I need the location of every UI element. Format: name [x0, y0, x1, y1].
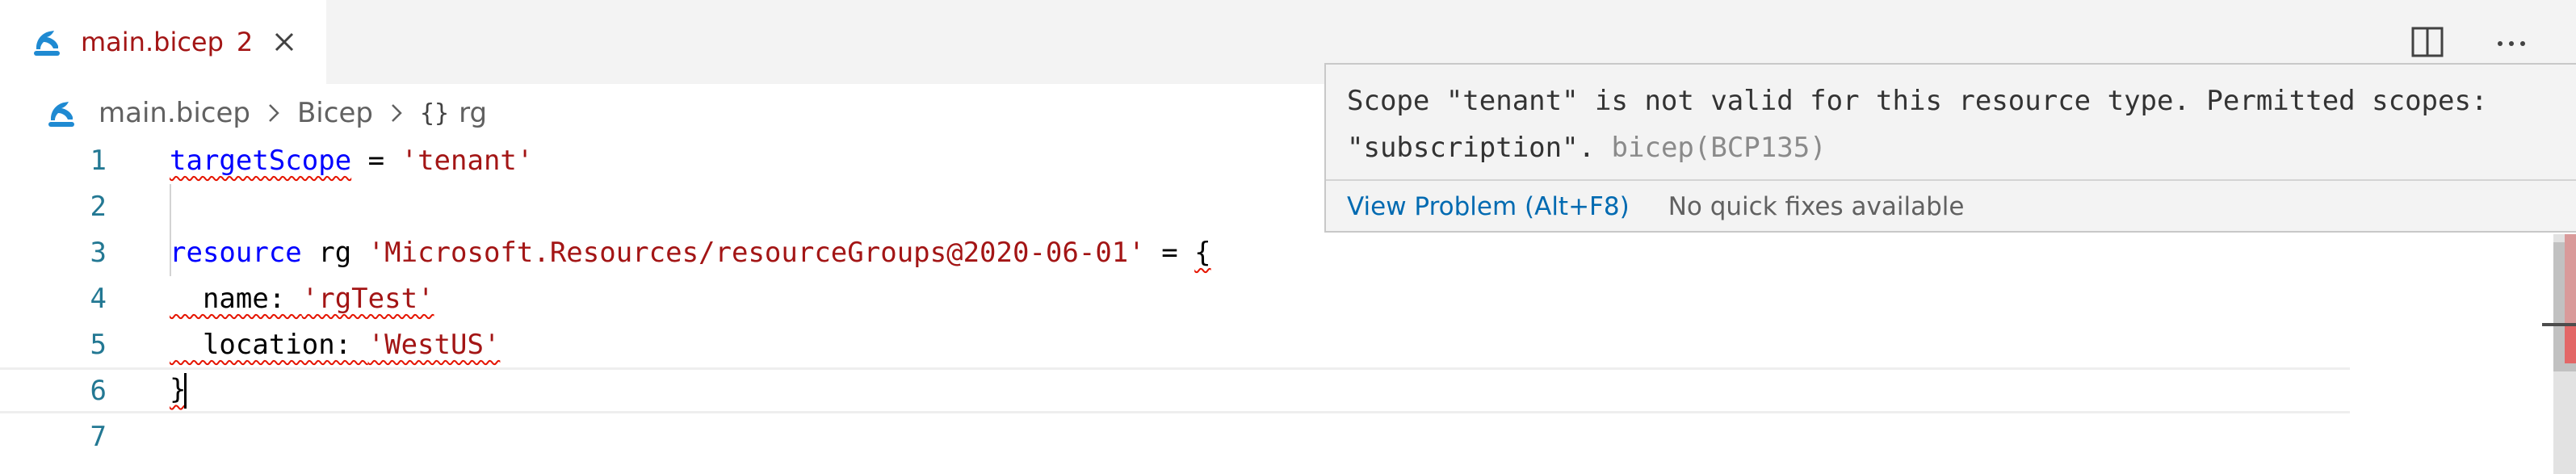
code-text: name: 'rgTest': [170, 282, 434, 315]
more-actions-icon[interactable]: [2490, 21, 2532, 63]
code-text: resource rg 'Microsoft.Resources/resourc…: [170, 236, 1211, 269]
tab-main-bicep[interactable]: main.bicep 2: [0, 0, 326, 84]
line-number: 6: [90, 374, 107, 407]
problem-count-badge: 2: [236, 27, 254, 57]
code-text: targetScope = 'tenant': [170, 144, 534, 177]
code-text: }: [170, 372, 187, 409]
code-line: 3 resource rg 'Microsoft.Resources/resou…: [0, 229, 2350, 275]
breadcrumb-symbol[interactable]: rg: [459, 97, 487, 129]
line-number: 1: [90, 144, 107, 177]
breadcrumb: main.bicep Bicep {} rg: [44, 87, 487, 139]
error-overview-marker: [2565, 323, 2576, 363]
text-cursor: [184, 372, 187, 409]
line-number: 7: [90, 420, 107, 453]
problem-hover-widget: Scope "tenant" is not valid for this res…: [1324, 63, 2576, 233]
hover-actions: View Problem (Alt+F8) No quick fixes ava…: [1347, 181, 1964, 233]
editor-actions: [2406, 21, 2532, 63]
indent-guide: [170, 184, 171, 276]
line-number: 4: [90, 282, 107, 315]
hover-message: Scope "tenant" is not valid for this res…: [1347, 85, 2488, 164]
no-quick-fixes-label: No quick fixes available: [1668, 192, 1965, 221]
cursor-position-marker: [2542, 323, 2576, 326]
hover-source: bicep(BCP135): [1611, 132, 1827, 164]
chevron-right-icon: [384, 101, 409, 125]
breadcrumb-language[interactable]: Bicep: [297, 97, 373, 129]
code-text: location: 'WestUS': [170, 328, 501, 361]
line-number: 2: [90, 190, 107, 223]
code-line: 4 name: 'rgTest': [0, 275, 2350, 321]
line-number: 5: [90, 328, 107, 361]
bicep-arm-icon: [29, 23, 66, 61]
bicep-file-icon: [44, 94, 81, 132]
split-editor-icon[interactable]: [2406, 21, 2448, 63]
code-line: 5 location: 'WestUS': [0, 321, 2350, 367]
symbol-object-icon: {}: [419, 99, 450, 128]
tab-filename: main.bicep: [81, 27, 224, 57]
code-line: 7: [0, 413, 2350, 459]
view-problem-link[interactable]: View Problem (Alt+F8): [1347, 192, 1630, 221]
current-code-line: 6 }: [0, 367, 2350, 413]
line-number: 3: [90, 236, 107, 269]
close-icon[interactable]: [269, 27, 300, 57]
chevron-right-icon: [262, 101, 286, 125]
breadcrumb-file[interactable]: main.bicep: [99, 97, 250, 129]
